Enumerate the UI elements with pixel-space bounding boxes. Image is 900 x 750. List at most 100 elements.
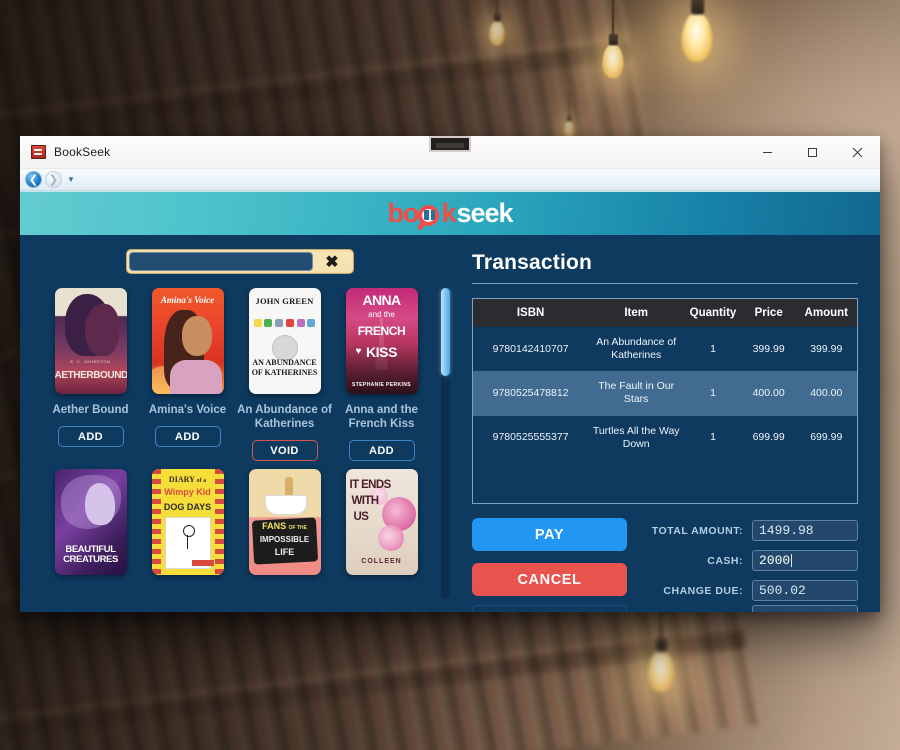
book-cover-aminas-voice[interactable]: Amina's Voice (151, 288, 224, 394)
book-title: An Abundance of Katherines (237, 404, 332, 431)
book-cover-fans-of-the-impossible-life[interactable]: FANS OF THE IMPOSSIBLE LIFE (248, 469, 321, 576)
table-row[interactable]: 9780142410707 An Abundance of Katherines… (473, 327, 857, 371)
cash-row: CASH: 2000 (641, 550, 858, 571)
cover-author: COLLEEN (361, 558, 402, 566)
change-due-row: CHANGE DUE: 500.02 (641, 580, 858, 601)
transaction-table: ISBN Item Quantity Price Amount 97801424… (473, 299, 857, 460)
cash-label: CASH: (707, 554, 743, 567)
title-bar: BookSeek (20, 136, 880, 169)
search-input[interactable] (129, 252, 313, 271)
column-header-amount: Amount (795, 299, 857, 327)
cover-title: BEAUTIFUL CREATURES (63, 544, 118, 566)
book-grid: E. K. JOHNSTON AETHERBOUND Aether Bound … (42, 288, 460, 576)
table-row[interactable]: 9780525555377 Turtles All the Way Down 1… (473, 416, 857, 460)
cell-amount: 399.99 (810, 342, 843, 355)
brand-header: bo k seek (20, 191, 880, 235)
catalog-panel: ✖ E. K. JOHNSTON AETHERBOUND Aether Boun… (20, 235, 460, 612)
chevron-down-icon[interactable]: ▼ (67, 175, 75, 184)
transaction-table-container: ISBN Item Quantity Price Amount 97801424… (472, 298, 858, 504)
totals-group: TOTAL AMOUNT: 1499.98 CASH: 2000 CHANGE … (641, 518, 858, 601)
add-button[interactable]: ADD (57, 426, 124, 448)
logo-text-k: k (441, 198, 456, 228)
catalog-scroll-area: E. K. JOHNSTON AETHERBOUND Aether Bound … (20, 288, 460, 598)
cell-item: The Fault in Our Stars (598, 380, 675, 406)
text-cursor (791, 554, 793, 567)
pay-button[interactable]: PAY (472, 518, 627, 551)
table-row[interactable]: 9780525478812 The Fault in Our Stars 1 4… (473, 371, 857, 416)
maximize-icon[interactable] (790, 136, 835, 168)
void-button[interactable]: VOID (251, 440, 318, 462)
book-cover-anna-and-the-french-kiss[interactable]: ANNA and the FRENCH ♥ KISS STEPHANIE PER… (345, 288, 418, 394)
column-header-price: Price (741, 299, 796, 327)
cover-title: Amina's Voice (160, 295, 215, 305)
search-bar: ✖ (126, 249, 354, 274)
total-amount-label: TOTAL AMOUNT: (651, 524, 743, 537)
change-due-field: 500.02 (752, 580, 858, 601)
logo-text-bo: bo (387, 198, 419, 228)
book-card[interactable]: IT ENDS WITH US COLLEEN (333, 469, 430, 576)
clipped-field-below-fold[interactable] (752, 605, 858, 612)
book-card[interactable]: DIARY of a Wimpy Kid DOG DAYS (139, 469, 236, 576)
book-card[interactable]: FANS OF THE IMPOSSIBLE LIFE (236, 469, 333, 576)
light-bulb-icon (681, 0, 713, 62)
cover-title: AETHERBOUND (54, 370, 127, 381)
app-body: bo k seek ✖ E. K. JOHNSTON AETHERBOUND A… (20, 191, 880, 612)
cover-title: AN ABUNDANCE OF KATHERINES (251, 358, 318, 377)
back-arrow-icon[interactable]: ❮ (25, 171, 42, 188)
window-notch (429, 136, 471, 152)
cell-quantity: 1 (710, 342, 716, 355)
column-header-isbn: ISBN (473, 299, 589, 327)
window-controls (745, 136, 880, 168)
book-cover-it-ends-with-us[interactable]: IT ENDS WITH US COLLEEN (345, 469, 418, 576)
light-bulb-icon (489, 0, 505, 46)
cell-isbn: 9780525478812 (492, 386, 569, 399)
cell-quantity: 1 (710, 386, 716, 399)
cover-author: E. K. JOHNSTON (70, 359, 111, 364)
cash-input[interactable]: 2000 (752, 550, 858, 571)
cover-author: JOHN GREEN (255, 296, 314, 306)
cell-amount: 400.00 (810, 386, 843, 399)
table-header-row: ISBN Item Quantity Price Amount (473, 299, 857, 327)
logo-text-seek: seek (456, 198, 513, 228)
column-header-quantity: Quantity (684, 299, 742, 327)
light-bulb-icon (602, 0, 624, 79)
search-row: ✖ (20, 249, 460, 274)
cell-amount: 699.99 (810, 431, 843, 444)
book-card[interactable]: E. K. JOHNSTON AETHERBOUND Aether Bound … (42, 288, 139, 461)
book-cover-diary-of-a-wimpy-kid[interactable]: DIARY of a Wimpy Kid DOG DAYS (151, 469, 224, 576)
transaction-panel: Transaction ISBN Item Quantity Price Amo… (460, 235, 880, 612)
page-title: Transaction (472, 251, 593, 274)
book-card[interactable]: BEAUTIFUL CREATURES (42, 469, 139, 576)
transaction-footer: PAY CANCEL TOTAL AMOUNT: 1499.98 CASH: 2… (472, 518, 858, 601)
cell-price: 699.99 (752, 431, 785, 444)
cell-price: 400.00 (752, 386, 785, 399)
book-cover-aetherbound[interactable]: E. K. JOHNSTON AETHERBOUND (54, 288, 127, 394)
close-icon[interactable] (835, 136, 880, 168)
window-title: BookSeek (54, 145, 111, 159)
cell-quantity: 1 (710, 431, 716, 444)
clipped-button-below-fold[interactable] (472, 605, 627, 612)
cell-isbn: 9780525555377 (492, 431, 569, 444)
book-card[interactable]: ANNA and the FRENCH ♥ KISS STEPHANIE PER… (333, 288, 430, 462)
clear-search-icon[interactable]: ✖ (313, 252, 351, 271)
book-title: Anna and the French Kiss (345, 404, 418, 431)
book-cover-beautiful-creatures[interactable]: BEAUTIFUL CREATURES (54, 469, 127, 576)
minimize-icon[interactable] (745, 136, 790, 168)
book-cover-an-abundance-of-katherines[interactable]: JOHN GREEN AN ABUNDANCE OF KATHERINES (248, 288, 321, 394)
forward-arrow-icon[interactable]: ❯ (45, 171, 62, 188)
catalog-scrollbar[interactable] (441, 288, 450, 598)
book-title: Amina's Voice (148, 404, 227, 416)
scrollbar-thumb[interactable] (441, 288, 450, 376)
title-divider (472, 283, 858, 284)
total-amount-field: 1499.98 (752, 520, 858, 541)
book-card[interactable]: Amina's Voice Amina's Voice ADD (139, 288, 236, 461)
desktop-background: BookSeek ❮ ❯ ▼ bo k seek ✖ E. K. JOHNSTO… (0, 0, 900, 750)
add-button[interactable]: ADD (348, 440, 415, 462)
add-button[interactable]: ADD (154, 426, 221, 448)
app-window: BookSeek ❮ ❯ ▼ bo k seek ✖ E. K. JOHNSTO… (20, 136, 880, 612)
book-card[interactable]: JOHN GREEN AN ABUNDANCE OF KATHERINES An… (236, 288, 333, 462)
cancel-button[interactable]: CANCEL (472, 563, 627, 596)
cell-isbn: 9780142410707 (492, 342, 569, 355)
action-buttons: PAY CANCEL (472, 518, 627, 601)
total-amount-row: TOTAL AMOUNT: 1499.98 (641, 520, 858, 541)
